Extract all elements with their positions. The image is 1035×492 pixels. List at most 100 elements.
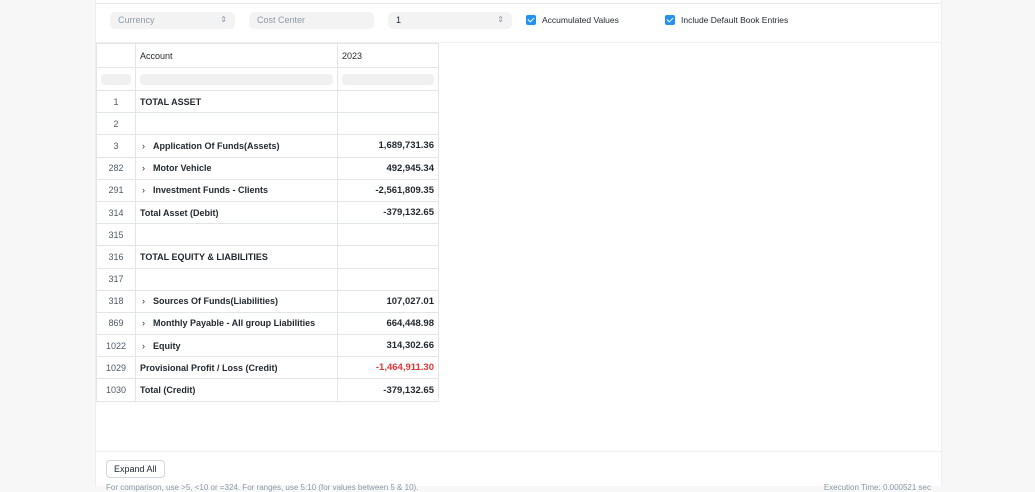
table-row[interactable]: 1022 ›Equity 314,302.66	[97, 335, 439, 357]
row-number: 291	[97, 179, 136, 201]
chevron-right-icon[interactable]: ›	[142, 141, 153, 151]
account-cell: ›Sources Of Funds(Liabilities)	[136, 290, 338, 312]
table-header-row: Account 2023	[97, 44, 439, 68]
filter-cell-rownum	[97, 68, 136, 91]
amount-cell: 492,945.34	[338, 157, 439, 179]
cost-center-placeholder: Cost Center	[257, 15, 305, 25]
amount-cell: 314,302.66	[338, 335, 439, 357]
row-number: 317	[97, 268, 136, 290]
account-cell	[136, 113, 338, 135]
row-number: 869	[97, 312, 136, 334]
account-filter-input[interactable]	[140, 74, 333, 85]
account-cell: ›Motor Vehicle	[136, 157, 338, 179]
table-row[interactable]: 1 TOTAL ASSET	[97, 91, 439, 113]
account-cell: TOTAL ASSET	[136, 91, 338, 113]
amount-cell	[338, 91, 439, 113]
row-number: 2	[97, 113, 136, 135]
account-label: Monthly Payable - All group Liabilities	[153, 318, 315, 328]
column-filter-row	[97, 68, 439, 91]
amount-cell: -379,132.65	[338, 201, 439, 223]
table-row[interactable]: 869 ›Monthly Payable - All group Liabili…	[97, 312, 439, 334]
table-row[interactable]: 315	[97, 224, 439, 246]
row-number-header	[97, 44, 136, 68]
account-cell: Provisional Profit / Loss (Credit)	[136, 357, 338, 379]
account-column-header[interactable]: Account	[136, 44, 338, 68]
cost-center-input[interactable]: Cost Center	[249, 12, 374, 29]
year-column-header[interactable]: 2023	[338, 44, 439, 68]
account-label: Motor Vehicle	[153, 163, 212, 173]
report-footer: Expand All For comparison, use >5, <10 o…	[96, 451, 941, 486]
filter-help-text: For comparison, use >5, <10 or =324. For…	[106, 483, 418, 492]
account-label: Investment Funds - Clients	[153, 185, 268, 195]
table-row[interactable]: 291 ›Investment Funds - Clients -2,561,8…	[97, 179, 439, 201]
chevron-updown-icon: ⇕	[220, 14, 227, 25]
table-row[interactable]: 314 Total Asset (Debit) -379,132.65	[97, 201, 439, 223]
filter-cell-year	[338, 68, 439, 91]
default-book-label: Include Default Book Entries	[681, 15, 788, 25]
year-filter-input[interactable]	[342, 74, 434, 85]
amount-cell: 1,689,731.36	[338, 135, 439, 157]
execution-time: Execution Time: 0.000521 sec	[824, 483, 931, 492]
account-cell: TOTAL EQUITY & LIABILITIES	[136, 246, 338, 268]
amount-cell: 107,027.01	[338, 290, 439, 312]
filter-bar: Currency ⇕ Cost Center 1 ⇕ Accumulated V…	[96, 3, 941, 43]
table-row[interactable]: 318 ›Sources Of Funds(Liabilities) 107,0…	[97, 290, 439, 312]
accumulated-values-label: Accumulated Values	[542, 15, 619, 25]
row-number: 1030	[97, 379, 136, 401]
row-number: 314	[97, 201, 136, 223]
amount-cell: 664,448.98	[338, 312, 439, 334]
row-number: 315	[97, 224, 136, 246]
account-cell	[136, 268, 338, 290]
row-number: 1022	[97, 335, 136, 357]
currency-select[interactable]: Currency ⇕	[110, 12, 235, 29]
amount-cell	[338, 246, 439, 268]
account-label: Application Of Funds(Assets)	[153, 141, 280, 151]
filter-cell-account	[136, 68, 338, 91]
accumulated-values-checkbox[interactable]: Accumulated Values	[526, 15, 619, 25]
report-page: Currency ⇕ Cost Center 1 ⇕ Accumulated V…	[95, 0, 942, 486]
chevron-right-icon[interactable]: ›	[142, 296, 153, 306]
table-row[interactable]: 316 TOTAL EQUITY & LIABILITIES	[97, 246, 439, 268]
account-label: Equity	[153, 341, 181, 351]
account-cell	[136, 224, 338, 246]
amount-cell: -379,132.65	[338, 379, 439, 401]
chevron-right-icon[interactable]: ›	[142, 185, 153, 195]
amount-cell: -2,561,809.35	[338, 179, 439, 201]
period-value: 1	[396, 15, 401, 25]
row-number: 316	[97, 246, 136, 268]
row-number: 318	[97, 290, 136, 312]
report-table: Account 2023 1 TOTAL ASSET 2 3 ›Applicat…	[96, 43, 439, 402]
currency-placeholder: Currency	[118, 15, 155, 25]
amount-cell	[338, 268, 439, 290]
chevron-right-icon[interactable]: ›	[142, 341, 153, 351]
account-cell: ›Monthly Payable - All group Liabilities	[136, 312, 338, 334]
row-number: 3	[97, 135, 136, 157]
expand-all-button[interactable]: Expand All	[106, 460, 165, 478]
table-row[interactable]: 317	[97, 268, 439, 290]
amount-cell	[338, 113, 439, 135]
account-cell: ›Application Of Funds(Assets)	[136, 135, 338, 157]
chevron-right-icon[interactable]: ›	[142, 163, 153, 173]
period-select[interactable]: 1 ⇕	[388, 12, 512, 29]
checkbox-checked-icon[interactable]	[665, 15, 675, 25]
amount-cell: -1,464,911.30	[338, 357, 439, 379]
checkbox-checked-icon[interactable]	[526, 15, 536, 25]
chevron-right-icon[interactable]: ›	[142, 318, 153, 328]
account-label: Sources Of Funds(Liabilities)	[153, 296, 278, 306]
row-number: 1029	[97, 357, 136, 379]
account-cell: ›Equity	[136, 335, 338, 357]
row-number: 1	[97, 91, 136, 113]
table-row[interactable]: 282 ›Motor Vehicle 492,945.34	[97, 157, 439, 179]
chevron-updown-icon: ⇕	[497, 14, 504, 25]
table-row[interactable]: 3 ›Application Of Funds(Assets) 1,689,73…	[97, 135, 439, 157]
amount-cell	[338, 224, 439, 246]
table-row[interactable]: 2	[97, 113, 439, 135]
table-row[interactable]: 1030 Total (Credit) -379,132.65	[97, 379, 439, 401]
rownum-filter-input[interactable]	[101, 74, 131, 85]
account-cell: Total (Credit)	[136, 379, 338, 401]
account-cell: ›Investment Funds - Clients	[136, 179, 338, 201]
row-number: 282	[97, 157, 136, 179]
account-cell: Total Asset (Debit)	[136, 201, 338, 223]
default-book-checkbox[interactable]: Include Default Book Entries	[665, 15, 788, 25]
table-row[interactable]: 1029 Provisional Profit / Loss (Credit) …	[97, 357, 439, 379]
